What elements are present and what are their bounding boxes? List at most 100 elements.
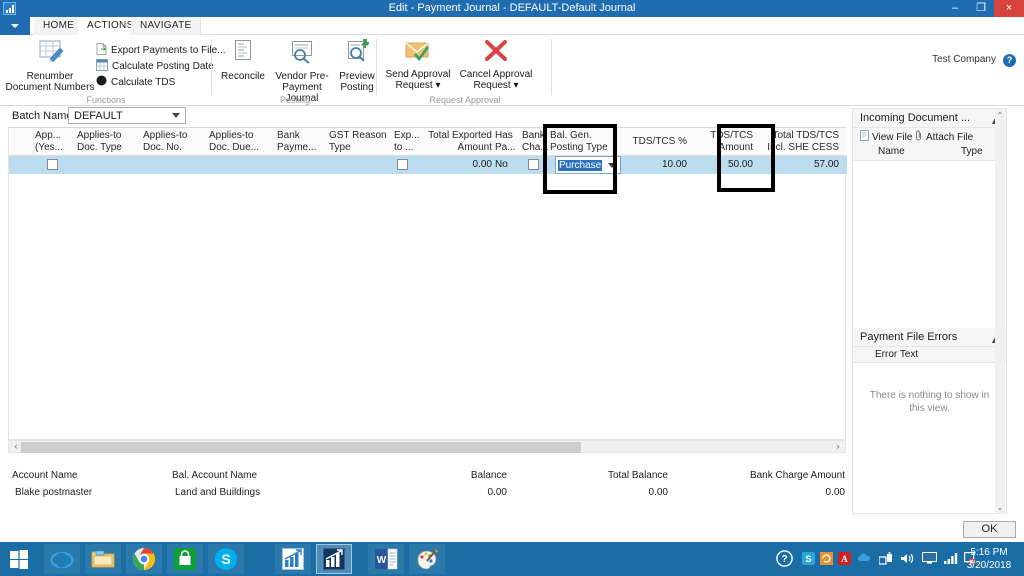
volume-tray-icon[interactable] <box>900 552 914 565</box>
column-header-bank-charge[interactable]: Bank Cha... <box>522 130 550 154</box>
total-value: 0.00 <box>825 487 845 498</box>
col-line1: TDS/TCS <box>710 130 753 141</box>
total-balance: Balance 0.00 <box>380 470 507 498</box>
batch-name-select[interactable]: DEFAULT <box>68 107 186 124</box>
signal-tray-icon[interactable] <box>944 552 958 565</box>
svg-text:?: ? <box>781 554 787 565</box>
column-header-tds-tcs-amount[interactable]: TDS/TCS Amount <box>695 130 753 154</box>
vendor-prepay-label-line1: Vendor Pre- <box>275 71 329 82</box>
cell-total-tds-tcs-she-cess[interactable]: 57.00 <box>761 159 839 171</box>
cell-tds-tcs-amount[interactable]: 50.00 <box>695 159 753 171</box>
group-label-request-approval: Request Approval <box>429 95 501 105</box>
col-line2: Amount <box>718 142 753 153</box>
ok-button[interactable]: OK <box>963 521 1016 538</box>
total-value: Blake postmaster <box>15 487 93 498</box>
payment-file-errors-header[interactable]: Payment File Errors ▲ <box>853 328 1006 347</box>
column-header-applied[interactable]: App... (Yes... <box>35 130 75 154</box>
payment-file-errors-columns: Error Text <box>853 347 1006 363</box>
network-tray-icon[interactable] <box>878 552 892 565</box>
sidebar-scroll-up-arrow[interactable]: ⌃ <box>995 110 1005 121</box>
preview-posting-button[interactable]: Preview Posting <box>337 39 377 93</box>
microsoft-word-icon[interactable]: W <box>368 544 404 574</box>
view-file-button[interactable]: View File <box>860 130 912 144</box>
column-header-gst-reason-type[interactable]: GST Reason Type <box>329 130 391 154</box>
windows-start-icon[interactable] <box>0 542 38 576</box>
col-line2: (Yes... <box>35 142 63 153</box>
skype-tray-icon[interactable]: S <box>802 552 815 565</box>
calculate-posting-date-button[interactable]: Calculate Posting Date <box>96 59 214 75</box>
column-header-name[interactable]: Name <box>878 146 905 157</box>
total-header: Account Name <box>12 470 78 481</box>
black-circle-icon <box>96 75 107 90</box>
group-divider <box>211 39 212 95</box>
total-header: Bank Charge Amount <box>749 470 845 481</box>
col-line1: Bal. Gen. <box>550 130 592 141</box>
minimize-button[interactable]: – <box>942 0 968 17</box>
close-button[interactable]: × <box>994 0 1024 17</box>
quick-access-toolbar-button[interactable] <box>0 17 30 35</box>
payment-file-errors-title: Payment File Errors <box>860 331 958 343</box>
applied-checkbox[interactable] <box>47 159 58 170</box>
svg-text:A: A <box>841 554 848 564</box>
maximize-button[interactable]: ❐ <box>968 0 994 17</box>
export-payments-to-file-button[interactable]: Export Payments to File... <box>96 43 226 59</box>
adobe-tray-icon[interactable]: A <box>838 552 851 565</box>
payment-file-errors-body: There is nothing to show in this view. <box>853 363 1006 513</box>
column-header-total-exported-amount[interactable]: Total Exported Amount <box>422 130 492 154</box>
journal-lines-grid[interactable]: App... (Yes... Applies-to Doc. Type Appl… <box>8 127 847 440</box>
skype-icon[interactable]: S <box>208 544 244 574</box>
windows-store-icon[interactable] <box>167 544 203 574</box>
sidebar-scrollbar[interactable] <box>995 110 1005 514</box>
column-header-type[interactable]: Type <box>961 146 983 157</box>
incoming-document-header[interactable]: Incoming Document ... ▲ <box>853 109 1006 128</box>
file-explorer-icon[interactable] <box>85 544 121 574</box>
tab-home[interactable]: HOME <box>34 17 85 35</box>
help-icon[interactable]: ? <box>1003 54 1016 67</box>
column-header-error-text[interactable]: Error Text <box>875 349 918 360</box>
column-header-bank-payment[interactable]: Bank Payme... <box>277 130 333 154</box>
table-row[interactable]: 0.00 No Purchase 10.00 50.00 57.00 <box>9 156 847 174</box>
attach-file-button[interactable]: Attach File <box>915 130 973 144</box>
group-label-functions: Functions <box>86 95 126 105</box>
exported-to-checkbox[interactable] <box>397 159 408 170</box>
column-header-applies-to-doc-type[interactable]: Applies-to Doc. Type <box>77 130 139 154</box>
taskbar-clock[interactable]: 5:16 PM 3/20/2018 <box>960 546 1018 572</box>
calculate-tds-button[interactable]: Calculate TDS <box>96 75 175 90</box>
column-header-applies-to-doc-due[interactable]: Applies-to Doc. Due... <box>209 130 273 154</box>
column-header-applies-to-doc-no[interactable]: Applies-to Doc. No. <box>143 130 205 154</box>
cell-tds-tcs-percent[interactable]: 10.00 <box>609 159 687 171</box>
cell-has-payment[interactable]: No <box>495 159 519 171</box>
tab-navigate[interactable]: NAVIGATE <box>131 17 202 35</box>
action-center-help-icon[interactable]: ? <box>776 550 793 567</box>
column-header-has-payment[interactable]: Has Pa... <box>495 130 519 154</box>
onedrive-tray-icon[interactable] <box>857 552 870 565</box>
document-magnifier-icon <box>269 39 335 68</box>
scroll-right-arrow[interactable]: › <box>832 441 844 452</box>
send-approval-request-button[interactable]: Send Approval Request ▾ <box>382 39 454 91</box>
update-tray-icon[interactable] <box>820 552 833 565</box>
cell-total-exported-amount[interactable]: 0.00 <box>422 159 492 171</box>
total-total-balance: Total Balance 0.00 <box>535 470 668 498</box>
display-tray-icon[interactable] <box>922 552 937 565</box>
col-line1: Applies-to <box>77 130 122 141</box>
renumber-document-numbers-button[interactable]: Renumber Document Numbers <box>4 39 96 93</box>
reconcile-button[interactable]: Reconcile <box>219 39 267 82</box>
scrollbar-thumb[interactable] <box>21 442 581 453</box>
cancel-approval-request-button[interactable]: Cancel Approval Request ▾ <box>456 39 536 91</box>
dynamics-nav-window-icon[interactable] <box>316 544 352 574</box>
calendar-grid-icon <box>96 59 108 75</box>
sidebar-scroll-down-arrow[interactable]: ⌄ <box>995 502 1005 513</box>
bank-charge-checkbox[interactable] <box>528 159 539 170</box>
paint-icon[interactable] <box>409 544 445 574</box>
grid-horizontal-scrollbar[interactable]: ‹ › <box>8 440 846 453</box>
dynamics-nav-icon[interactable] <box>275 544 311 574</box>
google-chrome-icon[interactable] <box>126 544 162 574</box>
column-header-total-tds-tcs-she-cess[interactable]: Total TDS/TCS Incl. SHE CESS <box>761 130 839 154</box>
internet-explorer-icon[interactable] <box>44 544 80 574</box>
svg-text:W: W <box>376 555 386 566</box>
batch-name-value: DEFAULT <box>74 110 123 122</box>
svg-text:S: S <box>805 554 811 564</box>
send-approval-label-line1: Send Approval <box>385 69 451 80</box>
column-header-tds-tcs-percent[interactable]: TDS/TCS % <box>609 136 687 148</box>
totals-bar: Account Name Blake postmaster Bal. Accou… <box>0 470 850 510</box>
